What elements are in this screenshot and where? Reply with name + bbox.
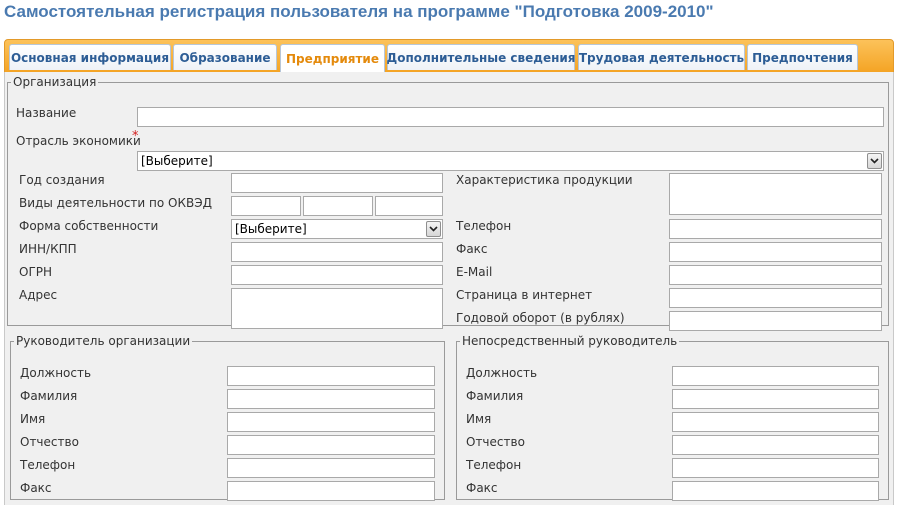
- okved-input-3[interactable]: [375, 196, 443, 216]
- supervisor-firstname-input[interactable]: [672, 412, 879, 432]
- supervisor-position-label: Должность: [466, 366, 538, 380]
- head-phone-label: Телефон: [20, 458, 76, 472]
- inn-kpp-input[interactable]: [231, 242, 443, 262]
- ogrn-input[interactable]: [231, 265, 443, 285]
- tab-content: Организация Название Отрасль экономики *…: [4, 72, 894, 505]
- chevron-down-icon[interactable]: [426, 221, 441, 237]
- org-phone-label: Телефон: [456, 219, 512, 233]
- okved-label: Виды деятельности по ОКВЭД: [19, 196, 212, 210]
- inn-kpp-label: ИНН/КПП: [19, 242, 77, 256]
- supervisor-fieldset: Непосредственный руководитель Должность …: [456, 334, 889, 501]
- product-label: Характеристика продукции: [456, 173, 633, 187]
- org-phone-input[interactable]: [669, 219, 882, 239]
- tab-additional-info[interactable]: Дополнительные сведения: [387, 44, 575, 70]
- supervisor-position-input[interactable]: [672, 366, 879, 386]
- head-legend: Руководитель организации: [16, 334, 191, 348]
- page-title: Самостоятельная регистрация пользователя…: [4, 2, 714, 21]
- year-founded-label: Год создания: [19, 173, 105, 187]
- turnover-input[interactable]: [669, 311, 882, 331]
- head-phone-input[interactable]: [227, 458, 435, 478]
- ownership-label: Форма собственности: [19, 219, 159, 233]
- website-label: Страница в интернет: [456, 288, 593, 302]
- head-surname-input[interactable]: [227, 389, 435, 409]
- org-email-label: E-Mail: [456, 265, 493, 279]
- address-label: Адрес: [19, 288, 58, 302]
- org-fax-label: Факс: [456, 242, 488, 256]
- tab-work-activity[interactable]: Трудовая деятельность: [578, 44, 745, 70]
- head-firstname-input[interactable]: [227, 412, 435, 432]
- tab-basic-info[interactable]: Основная информация: [9, 44, 171, 70]
- product-textarea[interactable]: [669, 173, 882, 215]
- org-email-input[interactable]: [669, 265, 882, 285]
- head-firstname-label: Имя: [20, 412, 46, 426]
- supervisor-phone-input[interactable]: [672, 458, 879, 478]
- website-input[interactable]: [669, 288, 882, 308]
- head-patronymic-input[interactable]: [227, 435, 435, 455]
- industry-select[interactable]: [Выберите]: [137, 151, 884, 171]
- ownership-select[interactable]: [Выберите]: [231, 219, 443, 239]
- org-fax-input[interactable]: [669, 242, 882, 262]
- required-mark: *: [132, 129, 139, 144]
- supervisor-firstname-label: Имя: [466, 412, 492, 426]
- chevron-down-icon[interactable]: [867, 153, 882, 169]
- head-fax-label: Факс: [20, 481, 52, 495]
- head-surname-label: Фамилия: [20, 389, 78, 403]
- head-fieldset: Руководитель организации Должность Фамил…: [10, 334, 445, 501]
- okved-input-2[interactable]: [303, 196, 373, 216]
- industry-select-value: [Выберите]: [141, 154, 213, 168]
- ownership-select-value: [Выберите]: [235, 222, 307, 236]
- tab-enterprise[interactable]: Предприятие: [280, 44, 385, 73]
- year-founded-input[interactable]: [231, 173, 443, 193]
- ogrn-label: ОГРН: [19, 265, 53, 279]
- supervisor-patronymic-input[interactable]: [672, 435, 879, 455]
- tab-preferences[interactable]: Предпочтения: [747, 44, 858, 70]
- supervisor-surname-input[interactable]: [672, 389, 879, 409]
- organization-fieldset: Организация Название Отрасль экономики *…: [7, 75, 889, 331]
- organization-legend: Организация: [13, 75, 97, 89]
- turnover-label: Годовой оборот (в рублях): [456, 311, 625, 325]
- head-position-input[interactable]: [227, 366, 435, 386]
- head-position-label: Должность: [20, 366, 92, 380]
- tab-education[interactable]: Образование: [173, 44, 277, 70]
- org-name-input[interactable]: [137, 107, 884, 127]
- supervisor-patronymic-label: Отчество: [466, 435, 525, 449]
- head-fax-input[interactable]: [227, 481, 435, 501]
- tab-bar: Основная информация Образование Предприя…: [4, 39, 894, 74]
- org-name-label: Название: [16, 106, 77, 120]
- supervisor-phone-label: Телефон: [466, 458, 522, 472]
- supervisor-legend: Непосредственный руководитель: [462, 334, 678, 348]
- address-textarea[interactable]: [231, 288, 443, 329]
- okved-input-1[interactable]: [231, 196, 301, 216]
- supervisor-surname-label: Фамилия: [466, 389, 524, 403]
- industry-label: Отрасль экономики: [16, 134, 141, 148]
- supervisor-fax-input[interactable]: [672, 481, 879, 501]
- supervisor-fax-label: Факс: [466, 481, 498, 495]
- head-patronymic-label: Отчество: [20, 435, 79, 449]
